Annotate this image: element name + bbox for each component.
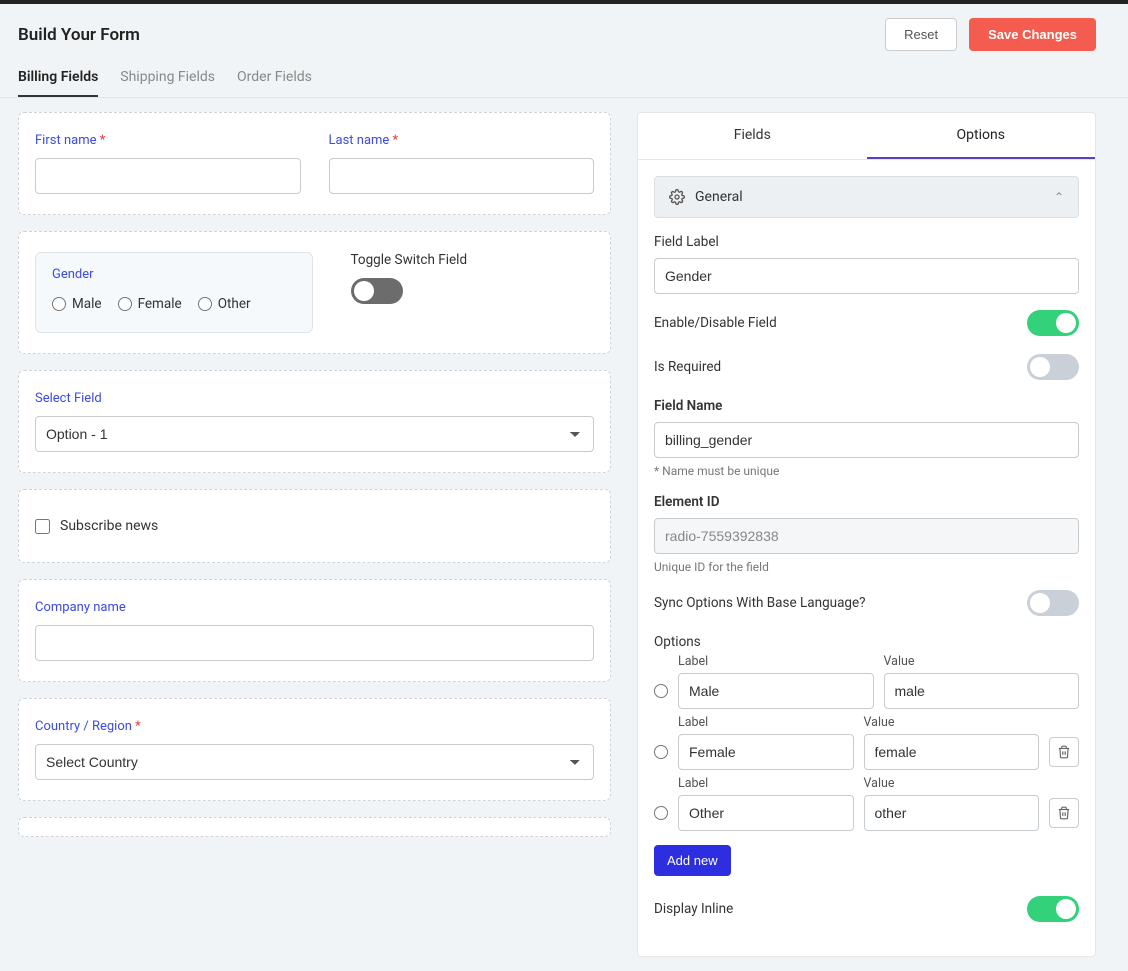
select-field-card: Select Field Option - 1 [18, 370, 611, 473]
gender-other[interactable]: Other [198, 296, 251, 312]
first-name-label: First name * [35, 133, 301, 148]
display-inline-label: Display Inline [654, 901, 733, 917]
sync-label: Sync Options With Base Language? [654, 595, 866, 611]
element-id-input [654, 518, 1079, 554]
toggle-switch-field[interactable] [351, 278, 403, 304]
reset-button[interactable]: Reset [885, 18, 957, 51]
delete-option-2[interactable] [1049, 798, 1079, 828]
enable-label: Enable/Disable Field [654, 315, 777, 331]
last-name-label: Last name * [329, 133, 595, 148]
option-value-1[interactable] [864, 734, 1040, 770]
tab-order[interactable]: Order Fields [237, 69, 312, 97]
page-title: Build Your Form [18, 25, 140, 45]
panel-tab-options[interactable]: Options [867, 113, 1096, 159]
element-id-hint: Unique ID for the field [654, 560, 1079, 574]
field-name-lbl: Field Name [654, 398, 1079, 414]
empty-card [18, 817, 611, 837]
option-row-1: Label Value [654, 715, 1079, 770]
required-label: Is Required [654, 359, 721, 375]
subscribe-card: Subscribe news [18, 489, 611, 563]
display-inline-toggle[interactable] [1027, 896, 1079, 922]
company-label: Company name [35, 600, 594, 615]
required-toggle[interactable] [1027, 354, 1079, 380]
toggle-switch-label: Toggle Switch Field [351, 252, 595, 268]
main-tabs: Billing Fields Shipping Fields Order Fie… [0, 51, 1128, 98]
options-panel: Fields Options General ⌃ Field Label Ena… [637, 112, 1096, 957]
sync-toggle[interactable] [1027, 590, 1079, 616]
tab-billing[interactable]: Billing Fields [18, 69, 98, 97]
select-field-input[interactable]: Option - 1 [35, 416, 594, 452]
company-input[interactable] [35, 625, 594, 661]
select-field-label: Select Field [35, 391, 594, 406]
enable-toggle[interactable] [1027, 310, 1079, 336]
options-heading: Options [654, 634, 1079, 650]
trash-icon [1057, 745, 1071, 759]
trash-icon [1057, 806, 1071, 820]
general-label: General [695, 189, 743, 205]
field-label-lbl: Field Label [654, 234, 1079, 250]
tab-shipping[interactable]: Shipping Fields [120, 69, 215, 97]
option-label-2[interactable] [678, 795, 854, 831]
company-card: Company name [18, 579, 611, 682]
country-select[interactable]: Select Country [35, 744, 594, 780]
field-label-input[interactable] [654, 258, 1079, 294]
option-default-1[interactable] [654, 745, 668, 759]
first-name-input[interactable] [35, 158, 301, 194]
gender-female[interactable]: Female [118, 296, 182, 312]
gear-icon [669, 189, 685, 205]
option-value-0[interactable] [884, 673, 1080, 709]
field-name-hint: * Name must be unique [654, 464, 1079, 478]
panel-tab-fields[interactable]: Fields [638, 113, 867, 159]
name-card: First name * Last name * [18, 112, 611, 215]
chevron-up-icon: ⌃ [1054, 190, 1064, 204]
subscribe-label: Subscribe news [60, 518, 158, 534]
option-default-2[interactable] [654, 806, 668, 820]
add-new-button[interactable]: Add new [654, 845, 731, 876]
field-name-input[interactable] [654, 422, 1079, 458]
gender-toggle-card: Gender Male Female Other Toggle Switch F… [18, 231, 611, 354]
element-id-lbl: Element ID [654, 494, 1079, 510]
country-card: Country / Region * Select Country [18, 698, 611, 801]
option-default-0[interactable] [654, 684, 668, 698]
delete-option-1[interactable] [1049, 737, 1079, 767]
general-accordion[interactable]: General ⌃ [654, 176, 1079, 218]
option-value-2[interactable] [864, 795, 1040, 831]
subscribe-checkbox[interactable] [35, 519, 50, 534]
option-row-2: Label Value [654, 776, 1079, 831]
save-button[interactable]: Save Changes [969, 18, 1096, 51]
country-label: Country / Region * [35, 719, 594, 734]
option-row-0: Label Value [654, 654, 1079, 709]
option-label-0[interactable] [678, 673, 874, 709]
gender-male[interactable]: Male [52, 296, 102, 312]
gender-field[interactable]: Gender Male Female Other [35, 252, 313, 333]
gender-label: Gender [52, 267, 296, 282]
option-label-1[interactable] [678, 734, 854, 770]
last-name-input[interactable] [329, 158, 595, 194]
